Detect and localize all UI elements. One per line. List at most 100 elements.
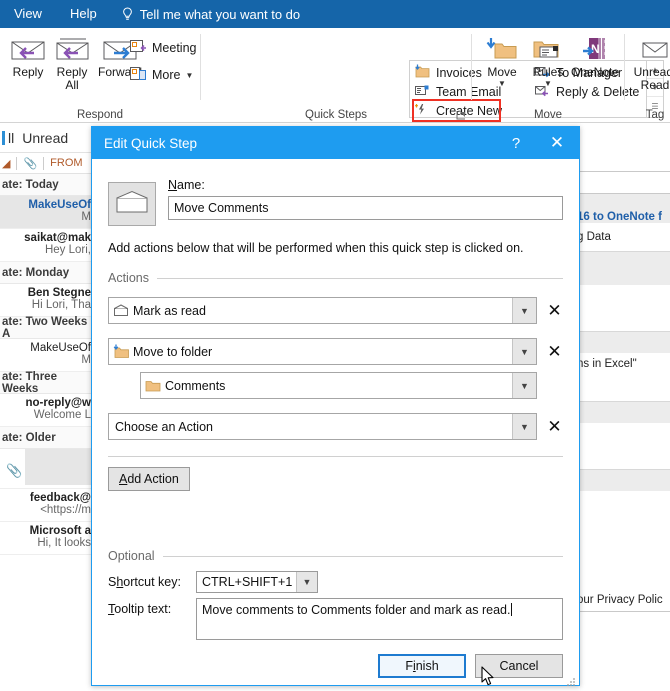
outlook-window: View Help Tell me what you want to do Re… [0, 0, 670, 691]
paperclip-icon: 📎 [6, 463, 23, 478]
unread-read-button[interactable]: Unread/Read [627, 32, 670, 92]
optional-legend-label: Optional [108, 549, 155, 563]
reply-all-button[interactable]: Reply All [48, 32, 96, 92]
reply-button[interactable]: Reply [4, 32, 52, 79]
reading-band [575, 331, 670, 353]
group-header[interactable]: ate: Today [0, 174, 95, 196]
mail-from: MakeUseOf [30, 342, 91, 354]
move-folder-icon [109, 344, 133, 359]
chevron-down-icon[interactable]: ▼ [512, 298, 536, 323]
remove-action-icon[interactable]: ✕ [546, 343, 563, 360]
mail-row[interactable]: MakeUseOf M [0, 339, 95, 372]
dialog-title: Edit Quick Step [104, 135, 198, 151]
group-header[interactable]: ate: Two Weeks A [0, 316, 95, 340]
finish-button[interactable]: Fi nish [378, 654, 466, 678]
quick-step-icon-picker[interactable] [108, 182, 156, 226]
mail-preview: Hi Lori, Tha [31, 299, 91, 311]
actions-separator [108, 456, 563, 457]
chevron-down-icon[interactable]: ▼ [478, 79, 526, 88]
cancel-button[interactable]: Cancel [475, 654, 563, 678]
more-icon [130, 66, 147, 84]
sort-icon[interactable]: ◢ [2, 157, 10, 170]
action-label: Mark as read [133, 303, 206, 318]
mail-from: Microsoft a [29, 525, 91, 537]
more-button[interactable]: More ▼ [130, 66, 193, 84]
help-button[interactable]: ? [497, 127, 535, 159]
mail-preview: <https://m [40, 504, 91, 516]
new-email-icon [414, 83, 430, 100]
envelope-icon [115, 190, 149, 219]
mail-row[interactable]: 📎 [0, 449, 95, 489]
name-input[interactable] [168, 196, 563, 220]
chevron-down-icon[interactable]: ▼ [512, 373, 536, 398]
mail-preview: Welcome L [33, 409, 91, 421]
tell-me-box[interactable]: Tell me what you want to do [111, 7, 300, 22]
shortcut-key-value: CTRL+SHIFT+1 [202, 575, 293, 589]
close-icon[interactable]: ✕ [535, 127, 579, 159]
mail-row[interactable]: feedback@ <https://m [0, 489, 95, 522]
rules-icon [524, 32, 572, 66]
mail-row[interactable]: Microsoft a Hi, It looks [0, 522, 95, 555]
remove-action-icon[interactable]: ✕ [546, 418, 563, 435]
mail-row[interactable]: saikat@mak Hey Lori, [0, 229, 95, 262]
mail-group: ate: Today MakeUseOf M saikat@mak Hey Lo… [0, 174, 95, 262]
action-combo-choose-action[interactable]: Choose an Action ▼ [108, 413, 537, 440]
mail-row[interactable]: MakeUseOf M [0, 196, 95, 229]
move-button[interactable]: Move ▼ [478, 32, 526, 88]
action-combo-mark-as-read[interactable]: Mark as read ▼ [108, 297, 537, 324]
mail-list-toolbar: ll Unread [0, 123, 95, 153]
dialog-hint: Add actions below that will be performed… [108, 241, 524, 255]
mail-list-column-header: ◢ 📎 FROM [0, 153, 95, 174]
reply-icon [4, 32, 52, 66]
group-header[interactable]: ate: Three Weeks [0, 371, 95, 395]
action-label: Move to folder [133, 344, 213, 359]
reply-label: Reply [12, 65, 44, 79]
chevron-down-icon[interactable]: ▼ [512, 414, 536, 439]
move-folder-icon [414, 64, 430, 81]
mail-list-pane: ll Unread ◢ 📎 FROM ate: Today MakeUseOf … [0, 123, 95, 691]
actions-legend-label: Actions [108, 271, 149, 285]
mail-from: MakeUseOf [28, 199, 91, 211]
ribbon-group-label-quick-steps: Quick Steps [305, 109, 367, 121]
resize-grip-icon[interactable] [566, 674, 576, 686]
group-header[interactable]: ate: Older [0, 427, 95, 449]
shortcut-key-select[interactable]: CTRL+SHIFT+1 ▼ [196, 571, 318, 593]
legend-rule [162, 555, 563, 557]
chevron-down-icon: ▼ [185, 70, 194, 80]
ribbon-group-label-respond: Respond [76, 109, 124, 121]
move-folder-icon [478, 32, 526, 66]
optional-grid: Shortcut key: CTRL+SHIFT+1 ▼ Tooltip tex… [108, 571, 563, 640]
tab-help[interactable]: Help [56, 0, 111, 28]
chevron-down-icon[interactable]: ▼ [512, 339, 536, 364]
tab-view[interactable]: View [0, 0, 56, 28]
filter-all[interactable]: ll [2, 130, 14, 146]
meeting-button[interactable]: Meeting [130, 39, 196, 57]
mail-row[interactable]: no-reply@w Welcome L [0, 394, 95, 427]
chevron-down-icon[interactable]: ▼ [296, 572, 317, 592]
tooltip-text-input[interactable]: Move comments to Comments folder and mar… [196, 598, 563, 640]
remove-action-icon[interactable]: ✕ [546, 302, 563, 319]
tell-me-label: Tell me what you want to do [139, 6, 301, 22]
quick-steps-dialog-launcher-icon[interactable] [456, 110, 467, 121]
reading-band [575, 401, 670, 423]
reading-band: 16 to OneNote f [575, 193, 670, 223]
reading-row: our Privacy Polic [575, 589, 670, 611]
column-from[interactable]: FROM [50, 157, 82, 169]
add-action-button[interactable]: Add Action [108, 467, 190, 491]
rules-button[interactable]: Rules ▼ [524, 32, 572, 88]
ribbon-tab-strip: View Help Tell me what you want to do [0, 0, 670, 28]
name-row: Name: [108, 159, 563, 226]
paperclip-icon[interactable]: 📎 [23, 157, 37, 170]
ribbon-group-tags: Unread/Read Tag [625, 28, 670, 123]
filter-unread[interactable]: Unread [22, 130, 68, 146]
mail-row[interactable]: Ben Stegne Hi Lori, Tha [0, 284, 95, 317]
folder-combo-comments[interactable]: Comments ▼ [140, 372, 537, 399]
onenote-button[interactable]: N OneNote [568, 32, 622, 79]
group-header[interactable]: ate: Monday [0, 262, 95, 284]
action-combo-move-to-folder[interactable]: Move to folder ▼ [108, 338, 537, 365]
reading-text: our Privacy Polic [577, 594, 663, 606]
chevron-down-icon[interactable]: ▼ [524, 79, 572, 88]
reading-band [575, 469, 670, 491]
action-row: Move to folder ▼ ✕ [108, 338, 563, 365]
mail-group: ate: Monday Ben Stegne Hi Lori, Tha [0, 262, 95, 317]
